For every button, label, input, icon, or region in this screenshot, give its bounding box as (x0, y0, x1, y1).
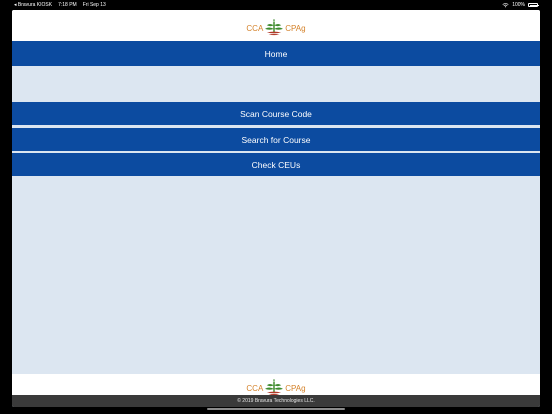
logo-right-text: CPAg (285, 23, 306, 33)
status-date: Fri Sep 13 (82, 2, 106, 8)
search-for-course-button[interactable]: Search for Course (12, 128, 540, 151)
logo-left-text: CCA (246, 23, 264, 33)
status-right: 100% (502, 0, 539, 10)
copyright-footer: © 2019 Bravura Technologies LLC. (12, 395, 540, 407)
status-left: ◂ Bravura KIOSK 7:18 PM Fri Sep 13 (14, 0, 106, 10)
device-frame: ◂ Bravura KIOSK 7:18 PM Fri Sep 13 100% … (0, 0, 552, 414)
status-bar: ◂ Bravura KIOSK 7:18 PM Fri Sep 13 100% (0, 0, 552, 10)
scan-course-code-button[interactable]: Scan Course Code (12, 102, 540, 125)
page-title: Home (12, 41, 540, 66)
cca-cpag-logo-bottom: CCA CPAg (246, 375, 306, 397)
check-ceus-button[interactable]: Check CEUs (12, 153, 540, 176)
battery-percent: 100% (512, 2, 525, 8)
cca-cpag-logo: CCA CPAg (246, 15, 306, 37)
status-time: 7:18 PM (58, 2, 77, 8)
top-logo-bar: CCA CPAg (12, 10, 540, 41)
home-indicator[interactable] (207, 408, 345, 410)
back-to-app-link[interactable]: ◂ Bravura KIOSK (14, 0, 52, 10)
app-screen: CCA CPAg Home Scan Course Code Search fo… (12, 10, 540, 407)
wifi-icon (502, 2, 509, 7)
battery-icon (528, 3, 539, 7)
plant-logo-icon (265, 18, 284, 35)
